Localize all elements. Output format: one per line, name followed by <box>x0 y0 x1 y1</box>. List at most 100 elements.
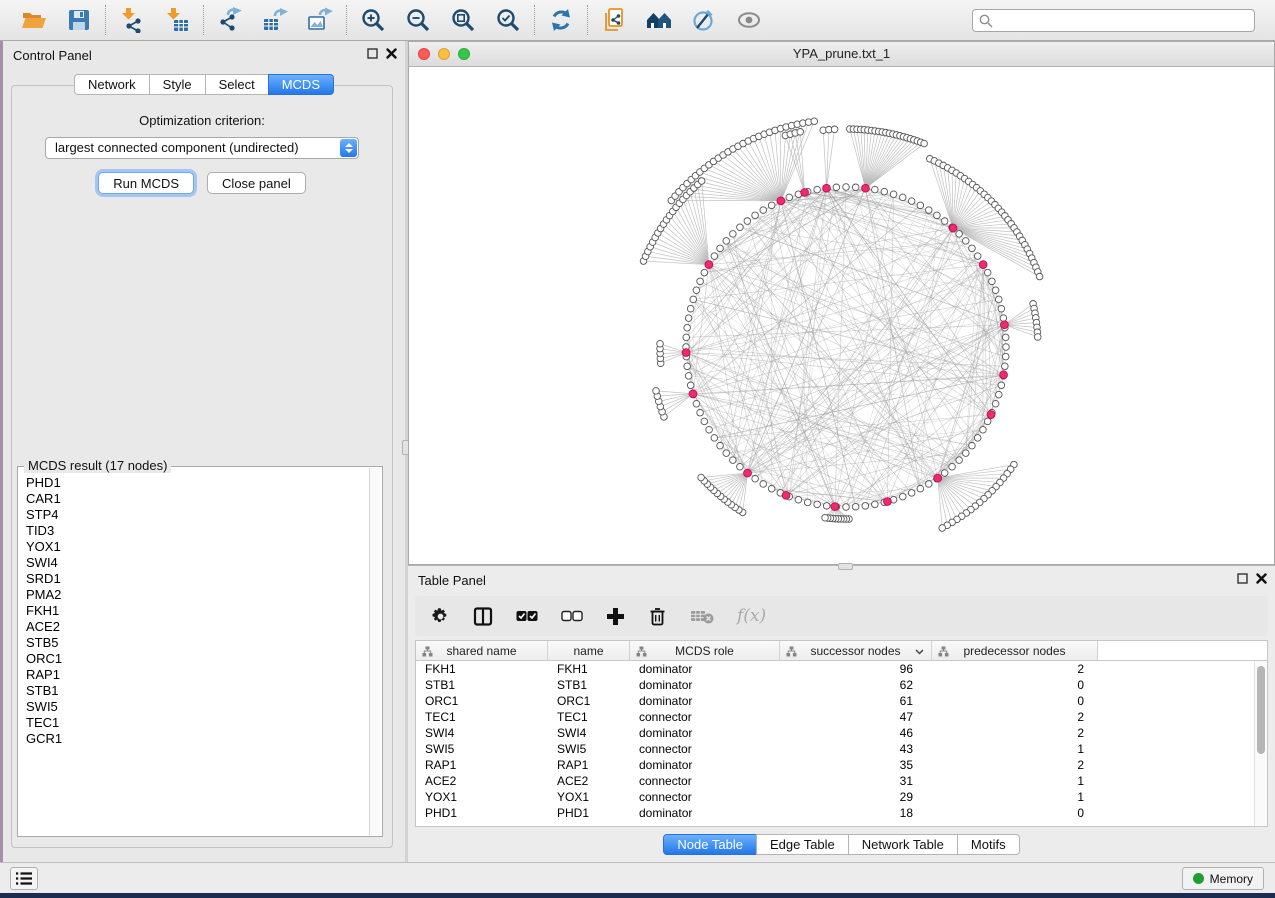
column-header-name[interactable]: name <box>548 641 630 660</box>
network-node[interactable] <box>881 188 888 195</box>
network-node-selected[interactable] <box>782 491 790 499</box>
show-log-button[interactable] <box>10 867 38 890</box>
network-node[interactable] <box>657 340 664 347</box>
network-node[interactable] <box>989 278 996 285</box>
network-node[interactable] <box>984 269 991 276</box>
network-node[interactable] <box>1000 315 1007 322</box>
network-node[interactable] <box>1003 344 1010 351</box>
refresh-button[interactable] <box>547 6 575 34</box>
network-node-selected[interactable] <box>987 411 995 419</box>
memory-button[interactable]: Memory <box>1182 867 1264 890</box>
network-node[interactable] <box>687 382 694 389</box>
table-scrollbar[interactable] <box>1254 661 1267 826</box>
network-node[interactable] <box>1034 334 1041 341</box>
network-node[interactable] <box>711 435 718 442</box>
network-node[interactable] <box>872 186 879 193</box>
network-node[interactable] <box>899 194 906 201</box>
network-node[interactable] <box>698 474 705 481</box>
network-node[interactable] <box>925 481 932 488</box>
network-node[interactable] <box>737 463 744 470</box>
network-node[interactable] <box>693 287 700 294</box>
network-node[interactable] <box>956 457 963 464</box>
network-node[interactable] <box>723 450 730 457</box>
network-node[interactable] <box>701 269 708 276</box>
network-node[interactable] <box>843 184 850 191</box>
network-node[interactable] <box>939 525 946 532</box>
network-node[interactable] <box>795 496 802 503</box>
network-node[interactable] <box>1036 273 1043 280</box>
table-scrollbar-thumb[interactable] <box>1257 666 1265 754</box>
network-node[interactable] <box>752 212 759 219</box>
list-item[interactable]: SRD1 <box>26 571 369 587</box>
network-node[interactable] <box>862 503 869 510</box>
network-titlebar[interactable]: YPA_prune.txt_1 <box>409 42 1274 67</box>
network-node[interactable] <box>697 409 704 416</box>
network-node[interactable] <box>723 238 730 245</box>
float-panel-icon[interactable] <box>367 48 378 59</box>
network-node[interactable] <box>797 129 804 136</box>
delete-button[interactable] <box>648 606 667 626</box>
network-node[interactable] <box>1002 363 1009 370</box>
export-network-button[interactable] <box>216 6 244 34</box>
zoom-fit-button[interactable] <box>449 6 477 34</box>
network-node[interactable] <box>934 212 941 219</box>
network-node-selected[interactable] <box>831 503 839 511</box>
hide-graphics-button[interactable] <box>690 6 718 34</box>
mcds-result-list[interactable]: PHD1CAR1STP4TID3YOX1SWI4SRD1PMA2FKH1ACE2… <box>19 469 369 835</box>
network-node[interactable] <box>908 490 915 497</box>
network-node[interactable] <box>843 504 850 511</box>
divider-handle-horizontal[interactable] <box>838 563 853 570</box>
network-node[interactable] <box>786 194 793 201</box>
open-file-button[interactable] <box>20 6 48 34</box>
list-item[interactable]: TID3 <box>26 523 369 539</box>
list-item[interactable]: SWI5 <box>26 699 369 715</box>
import-network-button[interactable] <box>118 6 146 34</box>
network-node[interactable] <box>852 184 859 191</box>
list-item[interactable]: CAR1 <box>26 491 369 507</box>
network-node-selected[interactable] <box>884 498 892 506</box>
network-node[interactable] <box>872 501 879 508</box>
network-node[interactable] <box>852 503 859 510</box>
column-header-successor-nodes[interactable]: successor nodes <box>780 641 932 660</box>
close-panel-icon[interactable] <box>386 48 397 59</box>
network-node[interactable] <box>690 296 697 303</box>
column-header-shared-name[interactable]: shared name <box>416 641 548 660</box>
network-node[interactable] <box>693 400 700 407</box>
table-row[interactable]: ACE2ACE2connector311 <box>416 773 1267 789</box>
network-node[interactable] <box>998 305 1005 312</box>
result-scrollbar[interactable] <box>369 468 381 835</box>
network-node[interactable] <box>684 324 691 331</box>
network-node-selected[interactable] <box>682 349 690 357</box>
network-node[interactable] <box>814 501 821 508</box>
eye-button[interactable] <box>735 6 763 34</box>
tab-select[interactable]: Select <box>205 74 269 95</box>
network-node[interactable] <box>683 334 690 341</box>
network-node[interactable] <box>822 514 829 521</box>
network-node[interactable] <box>685 315 692 322</box>
network-node[interactable] <box>956 231 963 238</box>
network-node[interactable] <box>917 485 924 492</box>
network-node-selected[interactable] <box>705 261 713 269</box>
network-node-selected[interactable] <box>949 224 957 232</box>
network-node-selected[interactable] <box>689 390 697 398</box>
search-input[interactable] <box>972 9 1255 32</box>
network-node[interactable] <box>811 118 818 125</box>
network-node[interactable] <box>653 388 660 395</box>
list-item[interactable]: FKH1 <box>26 603 369 619</box>
list-item[interactable]: TEC1 <box>26 715 369 731</box>
list-item[interactable]: PHD1 <box>26 475 369 491</box>
network-node-selected[interactable] <box>1000 371 1008 379</box>
network-node[interactable] <box>768 202 775 209</box>
network-node[interactable] <box>706 426 713 433</box>
network-node-selected[interactable] <box>744 469 752 477</box>
network-canvas[interactable] <box>409 67 1274 564</box>
table-row[interactable]: RAP1RAP1dominator352 <box>416 757 1267 773</box>
list-item[interactable]: RAP1 <box>26 667 369 683</box>
table-row[interactable]: TEC1TEC1connector472 <box>416 709 1267 725</box>
network-node[interactable] <box>685 373 692 380</box>
tab-edge-table[interactable]: Edge Table <box>756 834 849 855</box>
column-header-mcds-role[interactable]: MCDS role <box>630 641 780 660</box>
network-node-selected[interactable] <box>1001 321 1009 329</box>
network-node-selected[interactable] <box>934 474 942 482</box>
network-node[interactable] <box>804 499 811 506</box>
